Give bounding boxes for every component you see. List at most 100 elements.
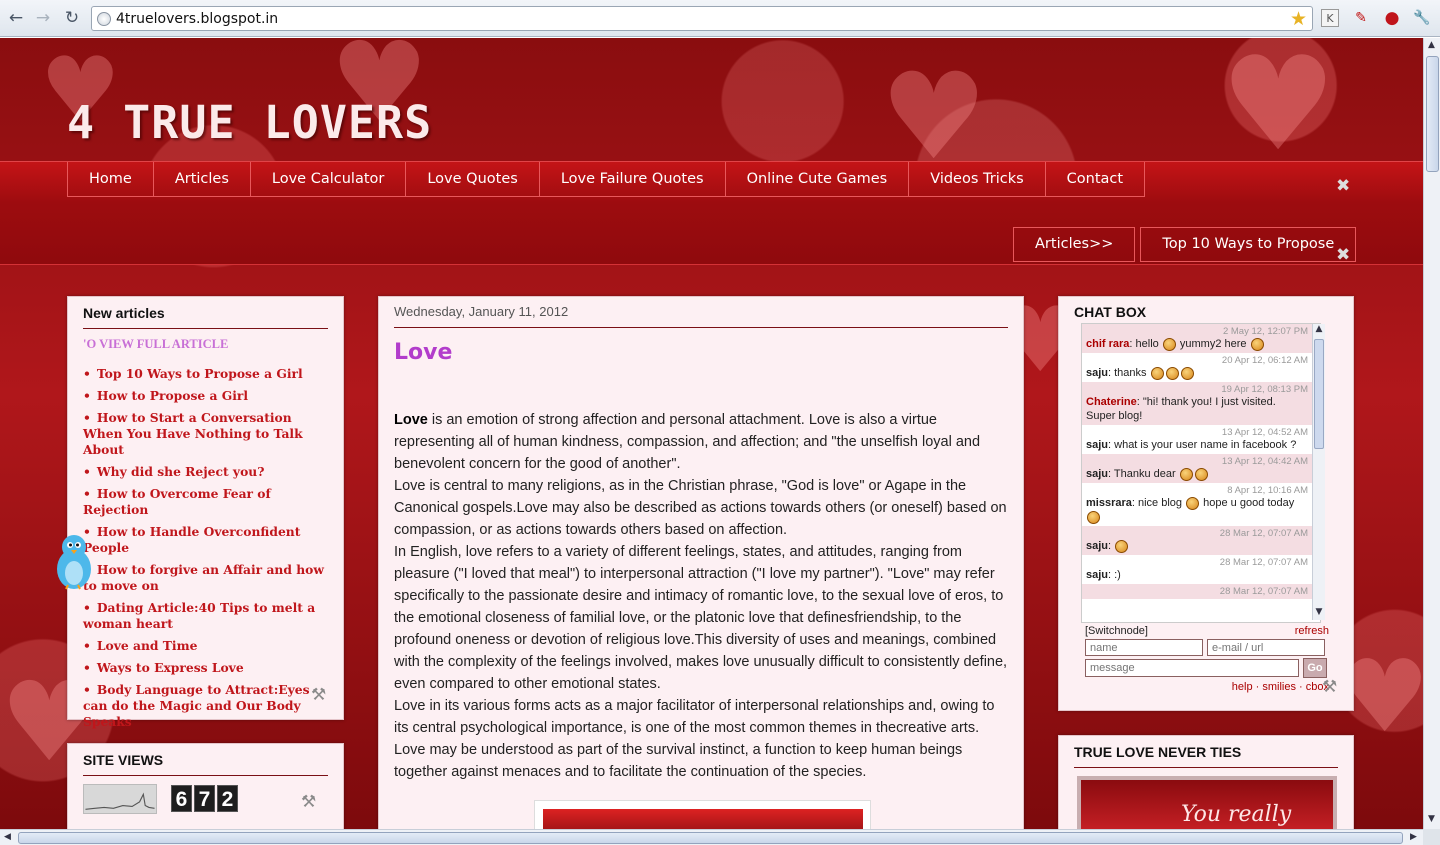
scroll-up-icon[interactable]: ▲	[1428, 40, 1435, 50]
chat-author[interactable]: saju	[1086, 468, 1108, 480]
chat-message-text: hope u good today	[1200, 497, 1295, 509]
list-item[interactable]: • Love and Time	[83, 638, 328, 654]
scroll-thumb[interactable]	[1314, 339, 1324, 449]
chat-author[interactable]: chif rara	[1086, 338, 1129, 350]
scroll-thumb[interactable]	[1426, 56, 1439, 172]
url-text[interactable]: 4truelovers.blogspot.in	[116, 11, 278, 27]
view-full-article-link[interactable]: 'O VIEW FULL ARTICLE	[68, 329, 343, 352]
chat-timestamp: 13 Apr 12, 04:42 AM	[1221, 456, 1308, 467]
chat-messages[interactable]: 2 May 12, 12:07 PM chif rara: hello yummy…	[1081, 323, 1325, 623]
tools-icon[interactable]: ⚒	[1322, 677, 1337, 697]
chat-author[interactable]: missrara	[1086, 497, 1132, 509]
menu-item-love-calculator[interactable]: Love Calculator	[250, 162, 407, 197]
blog-title[interactable]: 4 TRUE LOVERS	[67, 96, 432, 149]
article-link[interactable]: Dating Article:40 Tips to melt a woman h…	[83, 600, 315, 631]
article-list: • Top 10 Ways to Propose a Girl • How to P…	[68, 352, 343, 730]
menu-item-videos-tricks[interactable]: Videos Tricks	[909, 162, 1046, 197]
article-link[interactable]: Ways to Express Love	[97, 660, 244, 675]
smiley-icon	[1165, 366, 1179, 380]
new-articles-widget: New articles 'O VIEW FULL ARTICLE • Top 1…	[67, 296, 344, 729]
extension-k-icon[interactable]: K	[1321, 9, 1339, 27]
article-link[interactable]: How to Start a Conversation When You Hav…	[83, 410, 303, 457]
submenu-item-top-10-ways[interactable]: Top 10 Ways to Propose	[1140, 227, 1357, 262]
refresh-link[interactable]: refresh	[1295, 625, 1329, 637]
list-item[interactable]: •How to forgive an Affair and how to mov…	[83, 562, 328, 594]
chat-scrollbar[interactable]: ▲ ▼	[1312, 324, 1325, 620]
scroll-up-icon[interactable]: ▲	[1313, 324, 1325, 337]
back-button[interactable]: ←	[6, 8, 26, 28]
post-title[interactable]: Love	[379, 328, 1023, 365]
menu-item-online-cute-games[interactable]: Online Cute Games	[725, 162, 910, 197]
twitter-bird-icon[interactable]	[54, 531, 94, 593]
list-item[interactable]: • Body Language to Attract:Eyes can do th…	[83, 682, 328, 730]
article-link[interactable]: Why did she Reject you?	[97, 464, 265, 479]
article-link[interactable]: Love and Time	[97, 638, 198, 653]
chat-message: 28 Mar 12, 07:07 AM	[1082, 584, 1312, 599]
list-item[interactable]: • Why did she Reject you?	[83, 464, 328, 480]
name-field[interactable]	[1085, 639, 1203, 656]
menu-item-love-quotes[interactable]: Love Quotes	[406, 162, 540, 197]
scroll-down-icon[interactable]: ▼	[1313, 607, 1325, 620]
article-link[interactable]: How to forgive an Affair and how to move…	[83, 562, 324, 593]
menu-item-home[interactable]: Home	[68, 162, 154, 197]
chat-footer-links[interactable]: help · smilies · cbox	[1232, 681, 1329, 693]
list-item[interactable]: • How to Propose a Girl	[83, 388, 328, 404]
horizontal-scrollbar[interactable]: ◀ ▶	[0, 829, 1423, 845]
paragraph-text: is an emotion of strong affection and pe…	[394, 412, 981, 472]
scroll-thumb[interactable]	[18, 832, 1403, 844]
list-item[interactable]: • Ways to Express Love	[83, 660, 328, 676]
chat-author[interactable]: saju	[1086, 540, 1108, 552]
true-love-widget: TRUE LOVE NEVER TIES You really	[1058, 735, 1354, 829]
article-link[interactable]: How to Propose a Girl	[97, 388, 248, 403]
article-link[interactable]: How to Handle Overconfident People	[83, 524, 300, 555]
scroll-left-icon[interactable]: ◀	[4, 832, 11, 842]
submenu-item-articles[interactable]: Articles>>	[1013, 227, 1136, 262]
vertical-scrollbar[interactable]: ▲ ▼	[1423, 38, 1440, 829]
article-link[interactable]: Body Language to Attract:Eyes can do the…	[83, 682, 310, 729]
forward-button[interactable]: →	[33, 8, 53, 28]
extension-ball-icon[interactable]: ●	[1383, 9, 1401, 27]
scroll-down-icon[interactable]: ▼	[1428, 814, 1435, 824]
navigation-strip: Home Articles Love Calculator Love Quote…	[0, 161, 1423, 265]
bookmark-star-icon[interactable]: ★	[1290, 8, 1307, 30]
extension-pen-icon[interactable]: ✎	[1352, 9, 1370, 27]
chat-message: 2 May 12, 12:07 PM chif rara: hello yummy…	[1082, 324, 1312, 353]
page-icon	[97, 12, 111, 26]
chat-author[interactable]: Chaterine	[1086, 396, 1137, 408]
email-field[interactable]	[1207, 639, 1325, 656]
chat-text: chif rara: hello yummy2 here	[1086, 337, 1265, 351]
go-button[interactable]: Go	[1303, 658, 1327, 678]
chat-timestamp: 13 Apr 12, 04:52 AM	[1221, 427, 1308, 438]
chat-author[interactable]: saju	[1086, 367, 1108, 379]
list-item[interactable]: • How to Handle Overconfident People	[83, 524, 328, 556]
chat-text: Chaterine: "hi! thank you! I just visite…	[1086, 396, 1276, 422]
list-item[interactable]: • How to Start a Conversation When You Ha…	[83, 410, 328, 458]
list-item[interactable]: • Dating Article:40 Tips to melt a woman …	[83, 600, 328, 632]
close-icon[interactable]: ✖	[1336, 176, 1350, 196]
love-card-image[interactable]: You really	[1077, 776, 1337, 829]
chat-author[interactable]: saju	[1086, 569, 1108, 581]
message-field[interactable]	[1085, 659, 1299, 677]
menu-item-articles[interactable]: Articles	[153, 162, 251, 197]
chat-timestamp: 28 Mar 12, 07:07 AM	[1219, 557, 1308, 568]
tools-icon[interactable]: ⚒	[311, 685, 326, 705]
article-link[interactable]: Top 10 Ways to Propose a Girl	[97, 366, 303, 381]
close-icon[interactable]: ✖	[1336, 245, 1350, 265]
tools-icon[interactable]: ⚒	[301, 792, 316, 812]
list-item[interactable]: • Top 10 Ways to Propose a Girl	[83, 366, 328, 382]
scroll-right-icon[interactable]: ▶	[1410, 832, 1417, 842]
menu-item-contact[interactable]: Contact	[1045, 162, 1146, 197]
main-menu: Home Articles Love Calculator Love Quote…	[67, 162, 1146, 197]
article-link[interactable]: How to Overcome Fear of Rejection	[83, 486, 271, 517]
counter-digit: 6	[171, 785, 192, 812]
menu-item-love-failure-quotes[interactable]: Love Failure Quotes	[539, 162, 726, 197]
chat-text: saju:	[1086, 539, 1129, 553]
chat-text: saju: what is your user name in facebook…	[1086, 439, 1296, 451]
switchnode-link[interactable]: [Switchnode]	[1085, 625, 1148, 637]
list-item[interactable]: • How to Overcome Fear of Rejection	[83, 486, 328, 518]
wrench-icon[interactable]: 🔧	[1413, 9, 1431, 27]
chat-message-text: yummy2 here	[1176, 338, 1250, 350]
reload-button[interactable]: ↻	[62, 8, 82, 28]
chat-author[interactable]: saju	[1086, 439, 1108, 451]
address-bar[interactable]: 4truelovers.blogspot.in ★	[91, 6, 1313, 31]
